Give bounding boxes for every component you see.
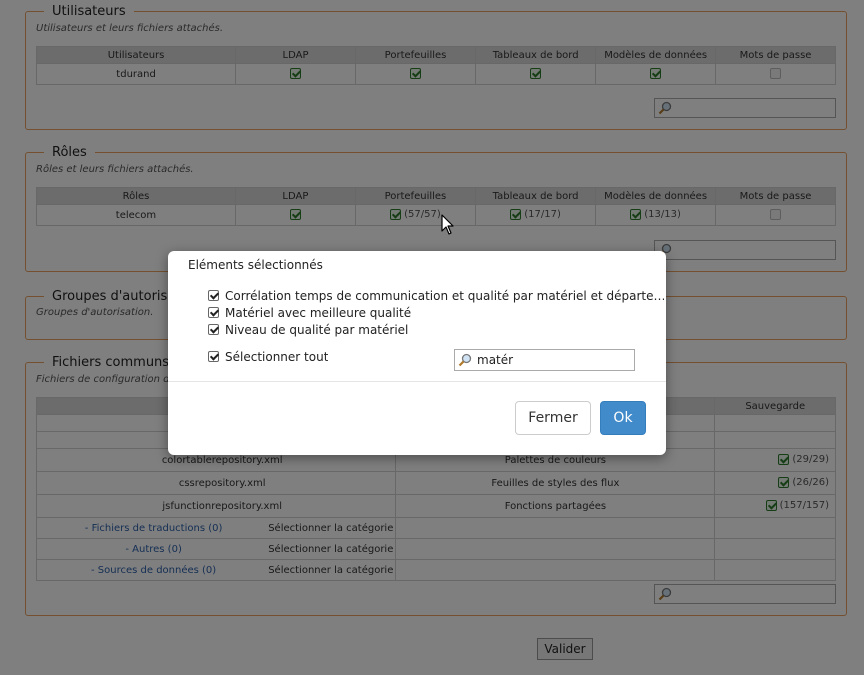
dialog-divider xyxy=(168,381,666,382)
item-checkbox[interactable] xyxy=(208,290,219,301)
item-label: Matériel avec meilleure qualité xyxy=(225,306,412,320)
dialog-search-input[interactable]: matér xyxy=(454,349,635,371)
select-all-checkbox[interactable] xyxy=(208,351,219,362)
dialog-title: Eléments sélectionnés xyxy=(188,258,323,272)
item-checkbox[interactable] xyxy=(208,307,219,318)
item-label: Corrélation temps de communication et qu… xyxy=(225,289,664,303)
selectable-item[interactable]: Matériel avec meilleure qualité xyxy=(208,306,411,320)
selectable-item[interactable]: Niveau de qualité par matériel xyxy=(208,323,408,337)
ok-button[interactable]: Ok xyxy=(600,401,646,435)
search-value: matér xyxy=(477,353,514,367)
selectable-item[interactable]: Corrélation temps de communication et qu… xyxy=(208,289,664,303)
selected-items-dialog: Eléments sélectionnés Corrélation temps … xyxy=(168,251,666,455)
select-all-item[interactable]: Sélectionner tout xyxy=(208,350,328,364)
item-checkbox[interactable] xyxy=(208,324,219,335)
item-label: Niveau de qualité par matériel xyxy=(225,323,409,337)
mouse-cursor-icon xyxy=(441,214,454,235)
close-button[interactable]: Fermer xyxy=(515,401,591,435)
search-icon xyxy=(458,353,472,367)
select-all-label: Sélectionner tout xyxy=(225,350,329,364)
